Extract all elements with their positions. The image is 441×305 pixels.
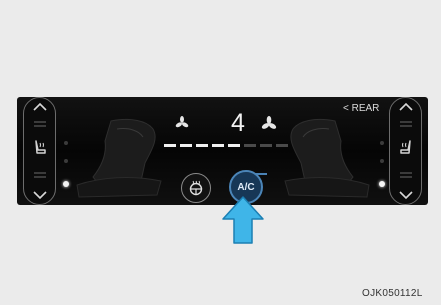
indicator-dot: [380, 159, 384, 163]
chevron-up-icon[interactable]: [32, 102, 48, 112]
indicator-dot-active: [63, 181, 69, 187]
indicator-dot: [64, 159, 68, 163]
level-lines-icon: [399, 121, 412, 127]
rear-button[interactable]: < REAR: [343, 103, 379, 114]
chevron-down-icon[interactable]: [398, 190, 414, 200]
passenger-seat-rocker[interactable]: [389, 97, 422, 205]
level-lines-icon: [399, 172, 412, 178]
steering-wheel-heat-icon: [189, 180, 203, 196]
indicator-dot: [380, 141, 384, 145]
driver-seat-rocker[interactable]: [23, 97, 56, 205]
figure-code: OJK050112L: [362, 288, 423, 299]
level-lines-icon: [33, 121, 46, 127]
fan-level-bar: [164, 144, 288, 147]
fan-high-icon[interactable]: [261, 116, 277, 132]
seat-heat-icon: [399, 140, 411, 154]
climate-control-panel: 4 < REAR A/C: [17, 97, 428, 205]
fan-speed-value: 4: [231, 109, 245, 137]
level-lines-icon: [33, 172, 46, 178]
chevron-down-icon[interactable]: [32, 190, 48, 200]
arrow-up-icon: [222, 196, 264, 244]
indicator-dot: [64, 141, 68, 145]
seat-heat-icon: [34, 140, 46, 154]
fan-low-icon[interactable]: [175, 116, 189, 130]
driver-seat-silhouette: [76, 118, 162, 198]
heated-steering-button[interactable]: [181, 173, 211, 203]
indicator-dot-active: [379, 181, 385, 187]
chevron-up-icon[interactable]: [398, 102, 414, 112]
passenger-seat-silhouette: [284, 118, 370, 198]
